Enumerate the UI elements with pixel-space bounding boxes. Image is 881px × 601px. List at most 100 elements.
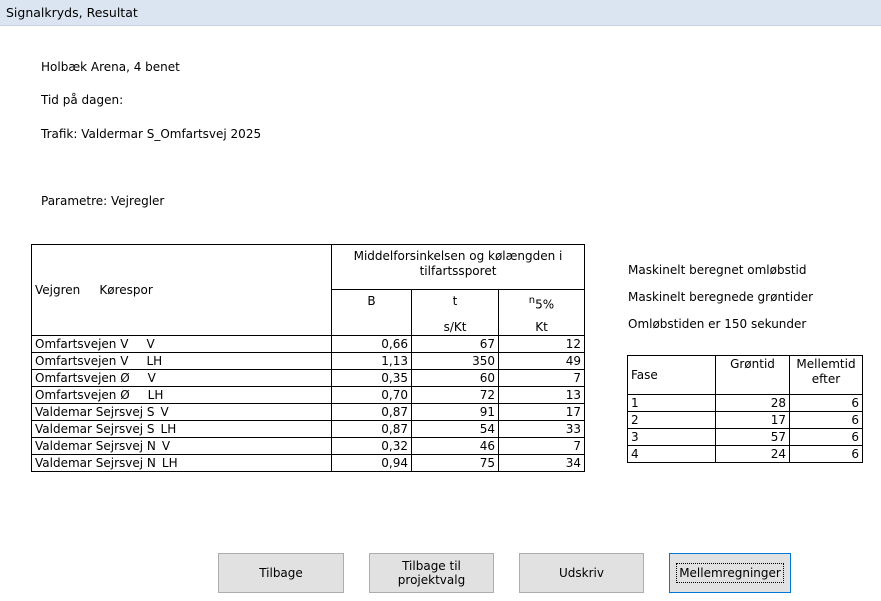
row-b: 0,87 (331, 420, 412, 438)
row-vejgren: Omfartsvejen V (35, 354, 129, 368)
row-spor: LH (160, 422, 177, 436)
row-n: 49 (498, 352, 585, 370)
print-button-label: Udskriv (559, 566, 604, 580)
back-button-label: Tilbage (259, 566, 303, 580)
intermediate-calculations-label: Mellemregninger (676, 563, 784, 583)
unit-n: Kt (498, 313, 585, 336)
header-vejgren: Vejgren (35, 283, 81, 297)
table-row: Omfartsvejen Ø V 0,35 60 7 (31, 369, 585, 387)
row-b: 0,32 (331, 437, 412, 455)
row-t: 46 (411, 437, 499, 455)
phase-gron: 17 (715, 411, 790, 429)
row-n: 13 (498, 386, 585, 404)
table-row: 2 17 6 (627, 411, 863, 429)
side-info-line3: Omløbstiden er 150 sekunder (628, 317, 807, 331)
parameters-label: Parametre: Vejregler (41, 194, 165, 208)
phase-gron: 57 (715, 428, 790, 446)
row-vejgren-spor: Omfartsvejen Ø LH (31, 386, 332, 404)
header-b: B (331, 289, 412, 313)
table-row: Valdemar Sejrsvej N V 0,32 46 7 (31, 437, 585, 455)
row-vejgren-spor: Valdemar Sejrsvej N V (31, 437, 332, 455)
row-n: 34 (498, 454, 585, 472)
row-t: 75 (411, 454, 499, 472)
row-vejgren-spor: Valdemar Sejrsvej S LH (31, 420, 332, 438)
row-b: 0,35 (331, 369, 412, 387)
phase-mellem: 6 (789, 394, 863, 412)
phase-fase: 2 (627, 411, 716, 429)
row-vejgren-spor: Omfartsvejen V LH (31, 352, 332, 370)
print-button[interactable]: Udskriv (519, 553, 644, 593)
row-spor: V (160, 405, 169, 419)
row-spor: LH (147, 388, 164, 402)
title-bar: Signalkryds, Resultat (0, 0, 881, 26)
row-vejgren: Valdemar Sejrsvej N (35, 439, 156, 453)
intermediate-calculations-button[interactable]: Mellemregninger (669, 553, 791, 593)
table-row: Valdemar Sejrsvej S V 0,87 91 17 (31, 403, 585, 421)
phase-fase: 1 (627, 394, 716, 412)
row-vejgren-spor: Valdemar Sejrsvej N LH (31, 454, 332, 472)
back-to-project-button[interactable]: Tilbage til projektvalg (369, 553, 494, 593)
row-spor: V (161, 439, 171, 453)
row-spor: V (146, 337, 155, 351)
row-vejgren-spor: Omfartsvejen V V (31, 335, 332, 353)
table-row: Omfartsvejen V LH 1,13 350 49 (31, 352, 585, 370)
row-b: 0,87 (331, 403, 412, 421)
table-row: Valdemar Sejrsvej N LH 0,94 75 34 (31, 454, 585, 472)
table-row: 4 24 6 (627, 445, 863, 463)
phase-fase: 3 (627, 428, 716, 446)
unit-t: s/Kt (411, 313, 499, 336)
row-vejgren: Valdemar Sejrsvej N (35, 456, 156, 470)
table-row: 3 57 6 (627, 428, 863, 446)
phase-mellem: 6 (789, 428, 863, 446)
row-vejgren: Omfartsvejen Ø (35, 371, 130, 385)
row-vejgren: Omfartsvejen Ø (35, 388, 130, 402)
time-of-day-label: Tid på dagen: (41, 93, 124, 107)
row-t: 350 (411, 352, 499, 370)
row-vejgren-spor: Valdemar Sejrsvej S V (31, 403, 332, 421)
table-row: Valdemar Sejrsvej S LH 0,87 54 33 (31, 420, 585, 438)
row-n: 33 (498, 420, 585, 438)
row-t: 91 (411, 403, 499, 421)
row-spor: LH (146, 354, 163, 368)
header-mellem: Mellemtid efter (789, 355, 863, 395)
row-n: 12 (498, 335, 585, 353)
side-info-line1: Maskinelt beregnet omløbstid (628, 263, 807, 277)
row-b: 0,66 (331, 335, 412, 353)
phase-gron: 24 (715, 445, 790, 463)
phase-fase: 4 (627, 445, 716, 463)
table-row: Omfartsvejen V V 0,66 67 12 (31, 335, 585, 353)
row-n: 17 (498, 403, 585, 421)
row-b: 1,13 (331, 352, 412, 370)
row-vejgren: Valdemar Sejrsvej S (35, 422, 155, 436)
back-button[interactable]: Tilbage (218, 553, 344, 593)
header-gron: Grøntid (715, 355, 790, 395)
side-info-line2: Maskinelt beregnede grøntider (628, 290, 814, 304)
header-n: n5% (498, 289, 585, 313)
phase-gron: 28 (715, 394, 790, 412)
header-n-sub: 5% (535, 297, 555, 312)
row-t: 72 (411, 386, 499, 404)
location-label: Holbæk Arena, 4 benet (41, 60, 180, 74)
traffic-label: Trafik: Valdermar S_Omfartsvej 2025 (41, 127, 262, 141)
header-t: t (411, 289, 499, 313)
row-t: 60 (411, 369, 499, 387)
table-row: 1 28 6 (627, 394, 863, 412)
row-vejgren: Valdemar Sejrsvej S (35, 405, 155, 419)
row-vejgren-spor: Omfartsvejen Ø V (31, 369, 332, 387)
phase-mellem: 6 (789, 411, 863, 429)
phase-mellem: 6 (789, 445, 863, 463)
phase-table: Fase Grøntid Mellemtid efter 1 28 6 2 17 6 3 57… (627, 355, 863, 463)
row-b: 0,70 (331, 386, 412, 404)
results-table: Vejgren Kørespor Middelforsinkelsen og k… (31, 244, 585, 472)
row-n: 7 (498, 369, 585, 387)
header-korespor: Kørespor (99, 283, 153, 297)
window-title: Signalkryds, Resultat (6, 5, 138, 20)
header-group: Middelforsinkelsen og kølængden i tilfar… (331, 244, 585, 290)
row-spor: LH (161, 456, 178, 470)
table-row: Omfartsvejen Ø LH 0,70 72 13 (31, 386, 585, 404)
row-t: 54 (411, 420, 499, 438)
row-n: 7 (498, 437, 585, 455)
row-t: 67 (411, 335, 499, 353)
header-vejgren-korespor: Vejgren Kørespor (31, 244, 332, 336)
unit-b (331, 313, 412, 336)
